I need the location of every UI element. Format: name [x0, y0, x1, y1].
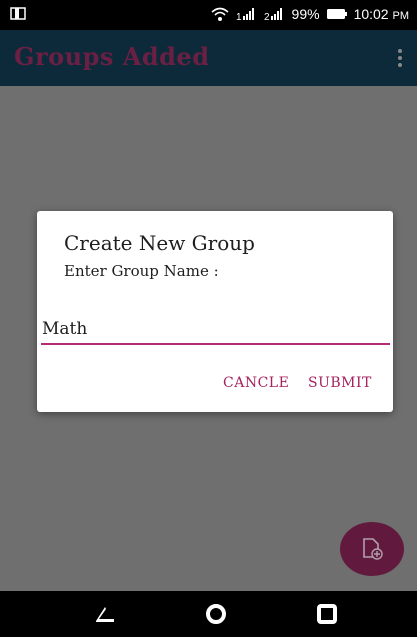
wifi-icon	[211, 7, 229, 21]
status-bar: 1 2 99% 10:02 PM	[0, 0, 417, 30]
battery-percent: 99%	[291, 6, 320, 22]
cast-icon	[10, 7, 26, 20]
battery-icon	[326, 9, 347, 19]
home-icon[interactable]	[203, 601, 229, 627]
status-right: 1 2 99% 10:02 PM	[210, 6, 409, 22]
svg-text:1: 1	[236, 12, 242, 21]
create-group-dialog: Create New Group Enter Group Name : CANC…	[37, 211, 393, 412]
app-bar: Groups Added	[0, 30, 417, 86]
submit-button[interactable]: SUBMIT	[308, 375, 372, 391]
recents-icon[interactable]	[314, 601, 340, 627]
clock-time: 10:02	[353, 6, 389, 22]
clock-ampm: PM	[392, 10, 410, 22]
add-file-icon	[363, 538, 383, 560]
dialog-title: Create New Group	[64, 231, 255, 255]
add-group-fab[interactable]	[340, 522, 404, 576]
signal-icon: 2	[264, 8, 282, 21]
svg-text:2: 2	[264, 12, 270, 21]
page-title: Groups Added	[14, 42, 210, 71]
group-name-input[interactable]	[41, 315, 390, 345]
cancel-button[interactable]: CANCLE	[223, 375, 289, 391]
back-icon[interactable]	[92, 601, 118, 627]
overflow-menu-icon[interactable]	[397, 46, 403, 70]
signal-icon: 1	[236, 8, 254, 21]
navigation-bar	[0, 591, 417, 637]
dialog-subtitle: Enter Group Name :	[64, 262, 219, 280]
clock: 10:02 PM	[354, 6, 409, 22]
